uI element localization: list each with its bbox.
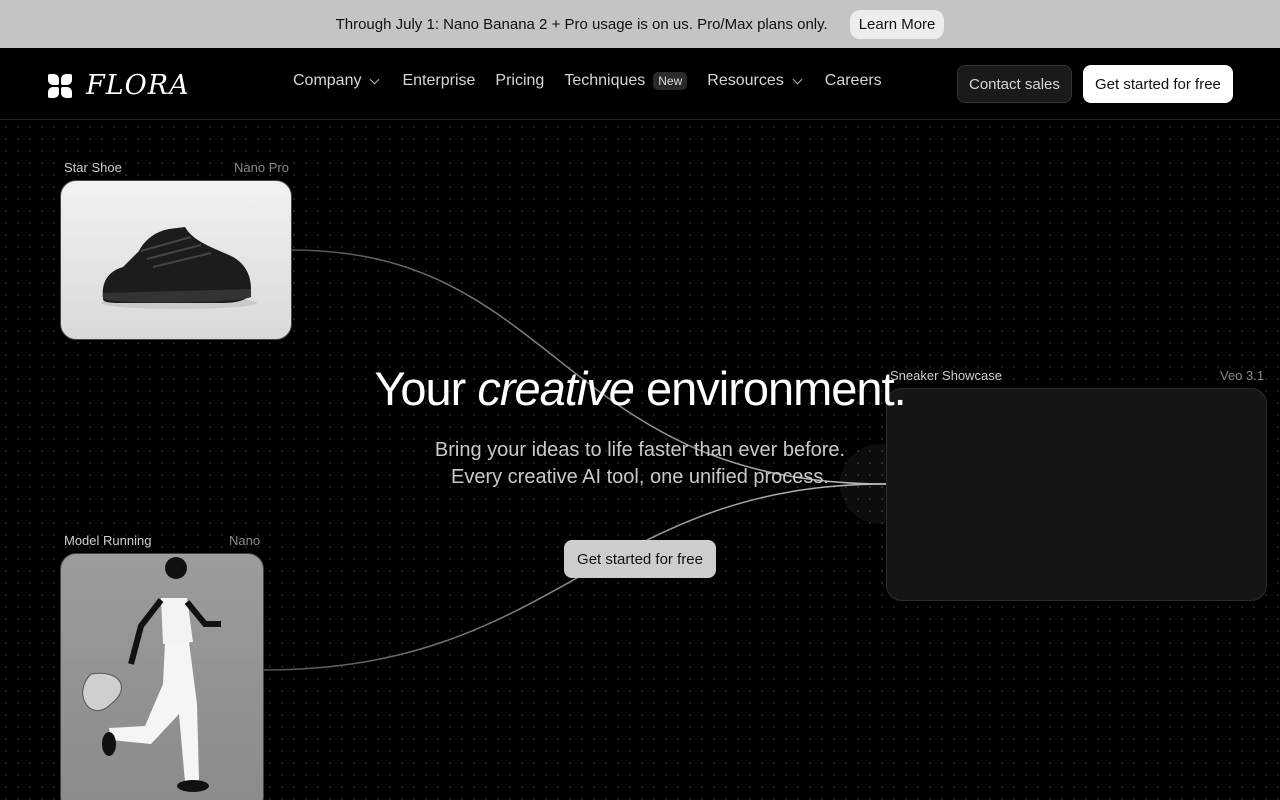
- new-badge: New: [653, 72, 688, 90]
- model-running-image: [82, 557, 221, 792]
- node-model-shoe: Nano Pro: [234, 160, 289, 175]
- main-menu: Company Enterprise Pricing Techniques Ne…: [293, 72, 882, 90]
- nav-item-techniques[interactable]: Techniques New: [564, 72, 688, 90]
- node-model-model: Nano: [229, 533, 261, 548]
- hero-title-part: Your: [374, 362, 466, 415]
- hero-subtitle: Bring your ideas to life faster than eve…: [0, 437, 1280, 491]
- nav-item-label: Resources: [707, 72, 784, 89]
- nav-item-label: Company: [293, 72, 362, 89]
- nav-item-label: Techniques: [564, 72, 646, 89]
- nav-item-careers[interactable]: Careers: [825, 72, 882, 90]
- nav-item-company[interactable]: Company: [293, 72, 382, 90]
- hero-subtitle-line: Bring your ideas to life faster than eve…: [434, 439, 846, 461]
- nav-item-pricing[interactable]: Pricing: [495, 72, 544, 90]
- hero-title-italic: creative: [477, 362, 635, 415]
- shoe-image-node[interactable]: [60, 180, 292, 340]
- chevron-down-icon: [370, 74, 380, 84]
- logo-wordmark: FLORA: [86, 70, 190, 101]
- contact-sales-button[interactable]: Contact sales: [957, 65, 1072, 103]
- node-canvas: Star Shoe Nano Pro Model Running Nano Sn…: [0, 121, 1280, 800]
- hero-subtitle-line: Every creative AI tool, one unified proc…: [451, 466, 829, 488]
- chevron-down-icon: [792, 74, 803, 84]
- announcement-text: Through July 1: Nano Banana 2 + Pro usag…: [335, 15, 828, 33]
- nav-item-enterprise[interactable]: Enterprise: [402, 72, 475, 90]
- get-started-nav-button[interactable]: Get started for free: [1083, 65, 1233, 103]
- logo[interactable]: FLORA: [48, 70, 190, 101]
- model-running-image-node[interactable]: [60, 553, 264, 800]
- nav-item-label: Enterprise: [402, 72, 476, 89]
- announcement-bar: Through July 1: Nano Banana 2 + Pro usag…: [0, 0, 1280, 48]
- nav-item-label: Pricing: [495, 72, 545, 89]
- hero-title-part: environment.: [645, 362, 907, 415]
- shoe-image: [101, 227, 257, 309]
- sneaker-showcase-video-node[interactable]: [886, 388, 1267, 601]
- node-title-model: Model Running: [64, 533, 152, 548]
- hero-title: Your creative environment.: [0, 361, 1280, 416]
- hero-get-started-button[interactable]: Get started for free: [564, 540, 716, 578]
- top-nav: FLORA Company Enterprise Pricing Techniq…: [0, 48, 1280, 120]
- node-title-shoe: Star Shoe: [64, 160, 122, 175]
- nav-item-label: Careers: [824, 72, 882, 89]
- flora-logo-icon: [48, 73, 72, 98]
- nav-item-resources[interactable]: Resources: [707, 72, 804, 90]
- learn-more-button[interactable]: Learn More: [849, 9, 945, 39]
